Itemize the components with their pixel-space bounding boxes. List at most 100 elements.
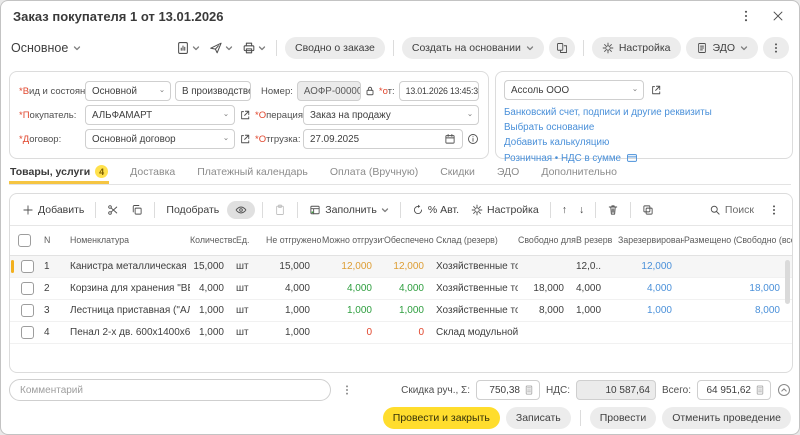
cell-n[interactable]: 3 bbox=[44, 305, 70, 316]
total-field[interactable]: 64 951,62 bbox=[697, 380, 771, 400]
cell-qty[interactable]: 4,000 bbox=[190, 283, 236, 294]
cell-free[interactable]: 8,000 bbox=[736, 305, 792, 316]
duplicate-row-button[interactable] bbox=[638, 201, 658, 219]
cut-button[interactable] bbox=[103, 201, 123, 219]
cell-warehouse[interactable]: Хозяйственные товары bbox=[436, 283, 518, 294]
cell-to_reserve[interactable]: 1,000 bbox=[576, 305, 618, 316]
cell-qty[interactable]: 15,000 bbox=[190, 261, 236, 272]
paste-button[interactable] bbox=[270, 201, 290, 219]
choose-basis-link[interactable]: Выбрать основание bbox=[504, 122, 784, 133]
cell-reserved[interactable]: 12,000 bbox=[618, 261, 684, 272]
cell-free_reserve[interactable]: 8,000 bbox=[518, 305, 576, 316]
move-down-button[interactable]: ↓ bbox=[575, 201, 588, 219]
cell-name[interactable]: Пенал 2-х дв. 600х1400х600 bbox=[70, 327, 190, 338]
cell-name[interactable]: Лестница приставная ("АЛЮМЕТ"), 16.. bbox=[70, 305, 190, 316]
calendar-icon[interactable] bbox=[444, 133, 456, 145]
cell-name[interactable]: Корзина для хранения "ВЕЛЕТТА" , 21.. bbox=[70, 283, 190, 294]
table-row[interactable]: 2Корзина для хранения "ВЕЛЕТТА" , 21..4,… bbox=[10, 278, 792, 300]
cell-can_ship[interactable]: 4,000 bbox=[322, 283, 384, 294]
print-button[interactable] bbox=[240, 39, 268, 57]
add-calculation-link[interactable]: Добавить калькуляцию bbox=[504, 137, 784, 148]
tab-payment-manual[interactable]: Оплата (Вручную) bbox=[329, 166, 419, 184]
tab-payment-calendar[interactable]: Платежный календарь bbox=[196, 166, 309, 184]
cell-n[interactable]: 2 bbox=[44, 283, 70, 294]
cell-unit[interactable]: шт bbox=[236, 261, 266, 272]
copy-rows-button[interactable] bbox=[127, 201, 147, 219]
tab-goods-services[interactable]: Товары, услуги 4 bbox=[9, 165, 109, 184]
auto-discount-button[interactable]: % Авт. bbox=[408, 201, 463, 219]
close-button[interactable] bbox=[769, 7, 787, 25]
collapse-footer-icon[interactable] bbox=[777, 383, 791, 397]
column-header[interactable]: Количество bbox=[190, 235, 236, 245]
fill-button[interactable]: Заполнить bbox=[305, 201, 393, 219]
cell-not_shipped[interactable]: 1,000 bbox=[266, 305, 322, 316]
cell-not_shipped[interactable]: 4,000 bbox=[266, 283, 322, 294]
search-button[interactable]: Поиск bbox=[705, 201, 758, 219]
column-header[interactable]: Не отгружено bbox=[266, 235, 322, 245]
save-button[interactable]: Записать bbox=[506, 407, 571, 429]
column-header[interactable]: Номенклатура bbox=[70, 235, 190, 245]
cancel-posting-button[interactable]: Отменить проведение bbox=[662, 407, 791, 429]
settings-button[interactable]: Настройка bbox=[592, 37, 681, 59]
cell-provided[interactable]: 12,000 bbox=[384, 261, 436, 272]
kind-select[interactable]: Основной bbox=[85, 81, 171, 101]
related-documents-button[interactable] bbox=[549, 37, 575, 59]
calculator-icon[interactable] bbox=[524, 385, 534, 395]
column-header[interactable]: Свободно для резерва bbox=[518, 235, 576, 245]
cell-n[interactable]: 4 bbox=[44, 327, 70, 338]
reports-button[interactable] bbox=[174, 39, 202, 57]
cell-qty[interactable]: 1,000 bbox=[190, 327, 236, 338]
order-summary-button[interactable]: Сводно о заказе bbox=[285, 37, 385, 59]
post-button[interactable]: Провести bbox=[590, 407, 656, 429]
cell-reserved[interactable]: 1,000 bbox=[618, 305, 684, 316]
table-row[interactable]: 1Канистра металлическая крашеная (..15,0… bbox=[10, 256, 792, 278]
row-checkbox[interactable] bbox=[10, 260, 44, 273]
column-header[interactable]: В резерв bbox=[576, 235, 618, 245]
open-icon[interactable] bbox=[650, 84, 662, 96]
tab-discounts[interactable]: Скидки bbox=[439, 166, 476, 184]
cell-n[interactable]: 1 bbox=[44, 261, 70, 272]
cell-to_reserve[interactable]: 4,000 bbox=[576, 283, 618, 294]
column-header[interactable]: Обеспечено (всего) bbox=[384, 235, 436, 245]
grid-settings-button[interactable]: Настройка bbox=[467, 201, 543, 219]
delete-row-button[interactable] bbox=[603, 201, 623, 219]
column-header[interactable]: Ед. bbox=[236, 235, 266, 245]
comment-more-button[interactable] bbox=[339, 382, 355, 398]
cell-can_ship[interactable]: 12,000 bbox=[322, 261, 384, 272]
window-more-button[interactable] bbox=[737, 7, 755, 25]
column-header[interactable]: N bbox=[44, 235, 70, 245]
select-all-checkbox[interactable] bbox=[10, 234, 44, 247]
more-actions-button[interactable] bbox=[763, 37, 789, 59]
cell-warehouse[interactable]: Хозяйственные товары bbox=[436, 305, 518, 316]
operation-select[interactable]: Заказ на продажу bbox=[303, 105, 479, 125]
cell-unit[interactable]: шт bbox=[236, 327, 266, 338]
row-checkbox[interactable] bbox=[10, 304, 44, 317]
state-select[interactable]: В производстве bbox=[175, 81, 251, 101]
date-field[interactable]: 13.01.2026 13:45:31 bbox=[399, 81, 479, 101]
cell-free_reserve[interactable]: 18,000 bbox=[518, 283, 576, 294]
cell-warehouse[interactable]: Склад модульной мебели bbox=[436, 327, 518, 338]
cell-can_ship[interactable]: 1,000 bbox=[322, 305, 384, 316]
row-checkbox[interactable] bbox=[10, 282, 44, 295]
bank-account-link[interactable]: Банковский счет, подписи и другие реквиз… bbox=[504, 107, 784, 118]
open-icon[interactable] bbox=[239, 133, 251, 145]
cell-unit[interactable]: шт bbox=[236, 283, 266, 294]
contract-select[interactable]: Основной договор bbox=[85, 129, 235, 149]
buyer-select[interactable]: АЛЬФАМАРТ bbox=[85, 105, 235, 125]
column-header[interactable]: Свободно (всего) bbox=[736, 235, 792, 245]
cell-provided[interactable]: 0 bbox=[384, 327, 436, 338]
cell-to_reserve[interactable]: 12,0.. bbox=[576, 261, 618, 272]
grid-more-button[interactable] bbox=[764, 201, 784, 219]
organization-select[interactable]: Ассоль ООО bbox=[504, 80, 644, 100]
cell-name[interactable]: Канистра металлическая крашеная (.. bbox=[70, 261, 190, 272]
cell-can_ship[interactable]: 0 bbox=[322, 327, 384, 338]
table-row[interactable]: 3Лестница приставная ("АЛЮМЕТ"), 16.. 1,0… bbox=[10, 300, 792, 322]
column-header[interactable]: Размещено (всего) bbox=[684, 235, 736, 245]
calculator-icon[interactable] bbox=[755, 385, 765, 395]
shipment-date-field[interactable]: 27.09.2025 bbox=[303, 129, 463, 149]
section-menu[interactable]: Основное bbox=[11, 41, 81, 55]
number-field[interactable]: АОФР-000001 bbox=[297, 81, 361, 101]
create-based-on-button[interactable]: Создать на основании bbox=[402, 37, 544, 59]
cell-reserved[interactable]: 4,000 bbox=[618, 283, 684, 294]
table-row[interactable]: 4Пенал 2-х дв. 600х1400х6001,000шт1,0000… bbox=[10, 322, 792, 344]
